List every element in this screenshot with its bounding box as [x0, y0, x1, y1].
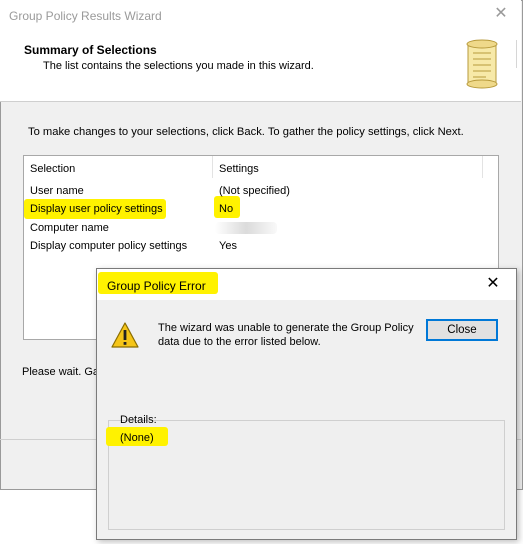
warning-icon: [111, 322, 139, 348]
header-subtitle: The list contains the selections you mad…: [43, 60, 314, 72]
column-divider: [212, 156, 213, 178]
details-label: Details:: [120, 414, 157, 426]
table-row-selection: Display computer policy settings: [30, 240, 188, 252]
error-message: The wizard was unable to generate the Gr…: [158, 322, 414, 348]
column-header-settings[interactable]: Settings: [219, 163, 259, 175]
column-header-selection[interactable]: Selection: [30, 163, 75, 175]
header-title: Summary of Selections: [24, 43, 157, 57]
column-divider: [482, 156, 483, 178]
details-value: (None): [120, 432, 154, 444]
table-row-setting: Yes: [219, 240, 237, 252]
error-close-icon[interactable]: ✕: [484, 275, 502, 293]
table-row-setting: (Not specified): [219, 185, 290, 197]
wizard-title: Group Policy Results Wizard: [9, 9, 162, 23]
wizard-close-icon[interactable]: ✕: [492, 5, 510, 23]
status-text: Please wait. Gat: [22, 366, 103, 378]
redacted-value: [215, 222, 277, 234]
table-row-setting: No: [219, 203, 234, 215]
table-row-selection: Display user policy settings: [30, 203, 163, 215]
scroll-icon: [466, 39, 498, 89]
instructions-text: To make changes to your selections, clic…: [28, 126, 464, 138]
table-row-selection: Computer name: [30, 222, 109, 234]
table-row-selection: User name: [30, 185, 84, 197]
window-edge: [516, 40, 522, 68]
error-title: Group Policy Error: [107, 279, 206, 293]
close-button[interactable]: Close: [426, 319, 498, 341]
